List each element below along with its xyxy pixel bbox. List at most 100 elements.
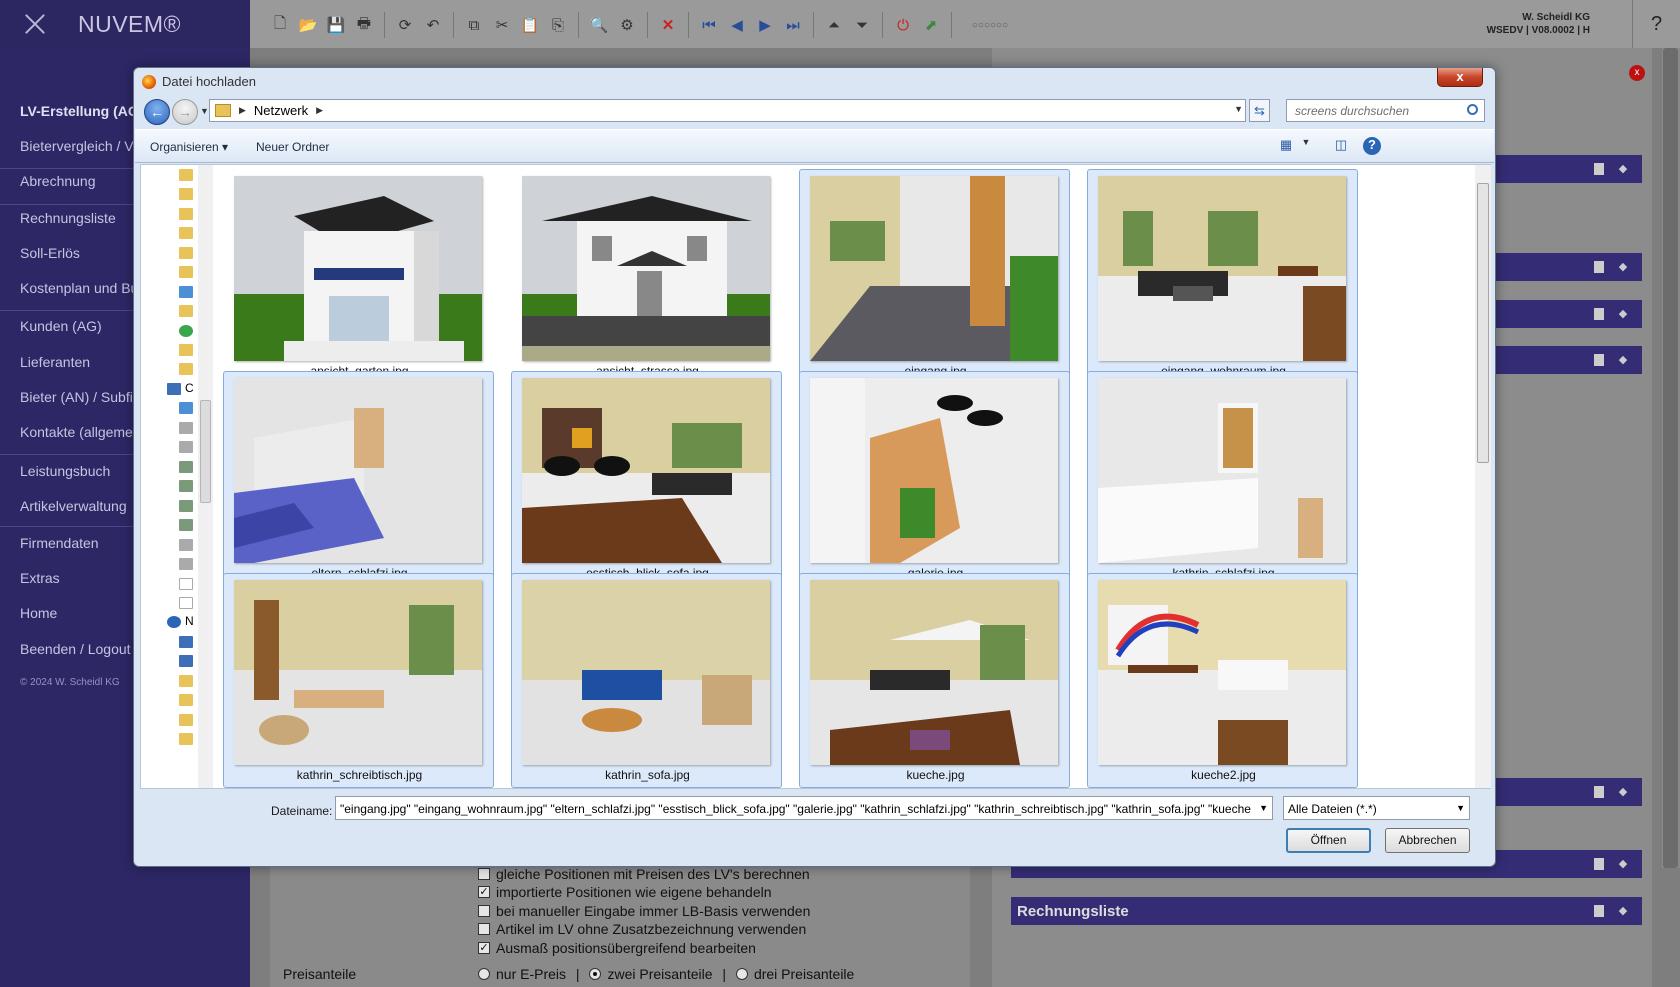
status-icon[interactable]: ⬈: [919, 13, 943, 37]
sidebar-item-kunden[interactable]: Kunden (AG): [20, 318, 102, 334]
view-dropdown-icon[interactable]: ▼: [1297, 137, 1315, 155]
file-thumbnail[interactable]: kathrin_schlafzi.jpg: [1087, 371, 1358, 586]
sidebar-item-firmendaten[interactable]: Firmendaten: [20, 535, 99, 551]
menu-x-icon[interactable]: [20, 9, 50, 39]
file-thumbnail[interactable]: esstisch_blick_sofa.jpg: [511, 371, 782, 586]
radio-button[interactable]: [735, 968, 748, 980]
sidebar-item-lieferanten[interactable]: Lieferanten: [20, 354, 90, 370]
file-thumbnail[interactable]: kathrin_schreibtisch.jpg: [223, 573, 494, 788]
back-button[interactable]: ←: [144, 99, 170, 125]
nav-scrollbar-thumb[interactable]: [200, 400, 211, 503]
search-icon[interactable]: [1467, 104, 1478, 115]
document-icon: [1594, 261, 1604, 273]
radio-label[interactable]: zwei Preisanteile: [607, 966, 712, 982]
sidebar-item-leistungsbuch[interactable]: Leistungsbuch: [20, 463, 110, 479]
rechnungsliste-bar[interactable]: Rechnungsliste ◆: [1011, 897, 1642, 925]
file-thumbnail[interactable]: eingang_wohnraum.jpg: [1087, 169, 1358, 384]
address-dropdown-icon[interactable]: ▼: [1234, 104, 1243, 114]
checkbox[interactable]: [478, 868, 490, 880]
open-button[interactable]: Öffnen: [1286, 828, 1371, 853]
thumbnail-grid: ansicht_garten.jpgansicht_strasse.jpgein…: [215, 165, 1474, 788]
option-row[interactable]: Artikel im LV ohne Zusatzbezeichnung ver…: [478, 921, 806, 937]
forward-button[interactable]: →: [172, 99, 198, 125]
checkbox[interactable]: [478, 923, 490, 935]
settings-icon[interactable]: ⚙: [615, 13, 639, 37]
sidebar-item-home[interactable]: Home: [20, 605, 57, 621]
view-options-icon[interactable]: ▦: [1277, 137, 1295, 155]
dialog-close-button[interactable]: x: [1437, 68, 1483, 87]
cut-icon[interactable]: ✂: [490, 13, 514, 37]
pdf-print-icon[interactable]: 🖶: [352, 13, 376, 37]
power-icon[interactable]: ⏻: [891, 13, 915, 37]
refresh-icon[interactable]: ⟳: [393, 13, 417, 37]
radio-label[interactable]: nur E-Preis: [496, 966, 566, 982]
organize-menu[interactable]: Organisieren ▾: [150, 140, 228, 154]
open-folder-icon[interactable]: 📂: [296, 13, 320, 37]
panel-close-button[interactable]: x: [1629, 65, 1645, 81]
search-input[interactable]: screens durchsuchen: [1286, 99, 1485, 122]
sidebar-item-abrechnung[interactable]: Abrechnung: [20, 173, 96, 189]
sidebar-item-logout[interactable]: Beenden / Logout: [20, 641, 131, 657]
history-dropdown-icon[interactable]: ▼: [200, 106, 209, 116]
new-folder-button[interactable]: Neuer Ordner: [256, 140, 329, 154]
file-type-select[interactable]: Alle Dateien (*.*) ▼: [1283, 796, 1470, 820]
copy-icon[interactable]: ⧉: [462, 13, 486, 37]
new-document-icon[interactable]: 🗋: [268, 13, 292, 37]
breadcrumb-arrow-icon[interactable]: ▶: [316, 105, 323, 116]
refresh-button[interactable]: ⇆: [1249, 99, 1270, 122]
previous-record-icon[interactable]: ◀: [725, 13, 749, 37]
option-row[interactable]: bei manueller Eingabe immer LB-Basis ver…: [478, 903, 810, 919]
select-arrow-icon[interactable]: ▼: [1456, 803, 1465, 813]
help-icon[interactable]: ?: [1363, 137, 1381, 155]
delete-icon[interactable]: ✕: [656, 13, 680, 37]
checkbox[interactable]: [478, 905, 490, 917]
sidebar-item-kontakte[interactable]: Kontakte (allgemein): [20, 424, 148, 440]
sidebar-item-artikelverwaltung[interactable]: Artikelverwaltung: [20, 498, 127, 514]
checkbox-checked[interactable]: ✓: [478, 886, 490, 898]
option-row[interactable]: gleiche Positionen mit Preisen des LV's …: [478, 866, 810, 882]
last-record-icon[interactable]: ⏭: [781, 13, 805, 37]
first-record-icon[interactable]: ⏮: [697, 13, 721, 37]
file-thumbnail[interactable]: eltern_schlafzi.jpg: [223, 371, 494, 586]
paste-special-icon[interactable]: ⎘: [546, 13, 570, 37]
sidebar-item-rechnungsliste[interactable]: Rechnungsliste: [20, 210, 116, 226]
breadcrumb-arrow-icon[interactable]: ▶: [239, 105, 246, 116]
option-row[interactable]: ✓ importierte Positionen wie eigene behan…: [478, 884, 772, 900]
undo-icon[interactable]: ↶: [421, 13, 445, 37]
navigation-pane[interactable]: C N: [141, 165, 213, 788]
file-thumbnail[interactable]: kueche2.jpg: [1087, 573, 1358, 788]
preview-pane-icon[interactable]: ◫: [1332, 137, 1350, 155]
expand-arrows-icon: ◆: [1618, 261, 1628, 273]
paste-icon[interactable]: 📋: [518, 13, 542, 37]
logo[interactable]: NUVEM®: [0, 0, 250, 48]
address-bar[interactable]: ▶ Netzwerk ▶ ▼: [209, 99, 1246, 122]
breadcrumb-network[interactable]: Netzwerk: [254, 103, 308, 118]
radio-button[interactable]: [478, 968, 490, 980]
filename-input[interactable]: "eingang.jpg" "eingang_wohnraum.jpg" "el…: [335, 796, 1273, 820]
file-thumbnail[interactable]: kueche.jpg: [799, 573, 1070, 788]
save-icon[interactable]: 💾: [324, 13, 348, 37]
collapse-icon[interactable]: ⏶: [822, 13, 846, 37]
cancel-button[interactable]: Abbrechen: [1385, 828, 1470, 853]
file-thumbnail[interactable]: galerie.jpg: [799, 371, 1070, 586]
file-thumbnail[interactable]: kathrin_sofa.jpg: [511, 573, 782, 788]
checkbox-checked[interactable]: ✓: [478, 942, 490, 954]
filename-dropdown-icon[interactable]: ▼: [1259, 803, 1268, 813]
help-button[interactable]: ?: [1632, 0, 1680, 48]
page-scrollbar-thumb[interactable]: [1663, 48, 1678, 868]
drive-icon: [179, 441, 193, 453]
expand-icon[interactable]: ⏷: [850, 13, 874, 37]
file-thumbnail[interactable]: ansicht_garten.jpg: [223, 169, 494, 384]
next-record-icon[interactable]: ▶: [753, 13, 777, 37]
radio-label[interactable]: drei Preisanteile: [754, 966, 854, 982]
radio-button-selected[interactable]: [589, 968, 602, 980]
find-icon[interactable]: 🔍: [587, 13, 611, 37]
sidebar-item-soll-erloes[interactable]: Soll-Erlös: [20, 245, 80, 261]
file-thumbnail[interactable]: ansicht_strasse.jpg: [511, 169, 782, 384]
option-row[interactable]: ✓ Ausmaß positionsübergreifend bearbeiten: [478, 940, 756, 956]
page-scrollbar[interactable]: [1662, 48, 1680, 868]
file-thumbnail[interactable]: eingang.jpg: [799, 169, 1070, 384]
sidebar-item-extras[interactable]: Extras: [20, 570, 60, 586]
file-scrollbar-thumb[interactable]: [1477, 183, 1489, 463]
sidebar-item-lv-erstellung[interactable]: LV-Erstellung (AG): [20, 103, 143, 119]
